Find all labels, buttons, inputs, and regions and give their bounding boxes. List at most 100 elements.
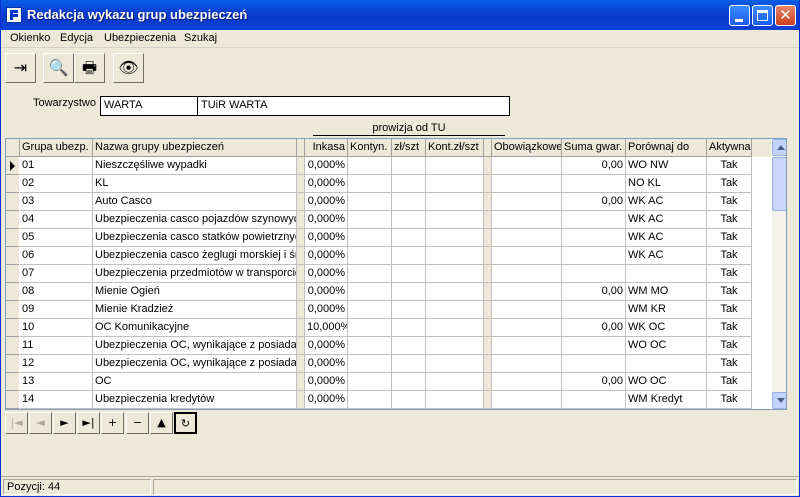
cell-nazwa[interactable]: Auto Casco: [93, 193, 297, 211]
cell-suma[interactable]: [562, 175, 626, 193]
cell-porownaj[interactable]: WK AC: [626, 211, 707, 229]
cell-kontyn[interactable]: [348, 391, 392, 409]
cell-kontyn[interactable]: [348, 355, 392, 373]
cell-kontyn[interactable]: [348, 301, 392, 319]
cell-inkasa[interactable]: 0,000%: [305, 211, 348, 229]
header-inkasa[interactable]: Inkasa: [305, 139, 348, 157]
cell-nazwa[interactable]: KL: [93, 175, 297, 193]
cell-kontzl[interactable]: [426, 391, 484, 409]
header-zl-szt[interactable]: zł/szt: [392, 139, 426, 157]
cell-zlszt[interactable]: [392, 247, 426, 265]
towarzystwo-name-field[interactable]: TUiR WARTA: [197, 96, 510, 116]
cell-kontyn[interactable]: [348, 265, 392, 283]
cell-porownaj[interactable]: WM MO: [626, 283, 707, 301]
cell-inkasa[interactable]: 0,000%: [305, 175, 348, 193]
cell-kontyn[interactable]: [348, 247, 392, 265]
cell-kontzl[interactable]: [426, 283, 484, 301]
row-indicator[interactable]: [6, 157, 19, 175]
app-icon[interactable]: [6, 7, 22, 23]
row-indicator[interactable]: [6, 283, 19, 301]
cell-nazwa[interactable]: Ubezpieczenia casco pojazdów szynowych: [93, 211, 297, 229]
cell-obow[interactable]: [492, 283, 562, 301]
header-nazwa[interactable]: Nazwa grupy ubezpieczeń: [93, 139, 297, 157]
scroll-thumb[interactable]: [772, 157, 786, 211]
cell-zlszt[interactable]: [392, 157, 426, 175]
next-record-button[interactable]: ►: [53, 412, 76, 434]
cell-obow[interactable]: [492, 337, 562, 355]
cell-porownaj[interactable]: WK OC: [626, 319, 707, 337]
table-row[interactable]: 01 Nieszczęśliwe wypadki 0,000% 0,00 WO NW Ta…: [6, 157, 771, 175]
cell-nazwa[interactable]: Ubezpieczenia casco statków powietrznych: [93, 229, 297, 247]
cell-aktywna[interactable]: Tak: [707, 337, 752, 355]
cell-kontyn[interactable]: [348, 157, 392, 175]
cell-kontyn[interactable]: [348, 283, 392, 301]
cell-aktywna[interactable]: Tak: [707, 391, 752, 409]
preview-button[interactable]: 🔍: [43, 53, 74, 83]
towarzystwo-code-field[interactable]: WARTA: [100, 96, 198, 116]
cell-aktywna[interactable]: Tak: [707, 229, 752, 247]
cell-grupa[interactable]: 13: [20, 373, 93, 391]
cell-kontzl[interactable]: [426, 193, 484, 211]
menu-okienko[interactable]: Okienko: [10, 32, 50, 44]
header-grupa[interactable]: Grupa ubezp.: [20, 139, 93, 157]
cell-obow[interactable]: [492, 229, 562, 247]
cell-inkasa[interactable]: 0,000%: [305, 301, 348, 319]
table-row[interactable]: 02 KL 0,000% NO KL Tak: [6, 175, 771, 193]
cell-porownaj[interactable]: WO NW: [626, 157, 707, 175]
close-button[interactable]: ✕: [775, 5, 796, 26]
row-indicator[interactable]: [6, 211, 19, 229]
cell-porownaj[interactable]: WM KR: [626, 301, 707, 319]
cell-nazwa[interactable]: Ubezpieczenia casco żeglugi morskiej i ś…: [93, 247, 297, 265]
table-row[interactable]: 05 Ubezpieczenia casco statków powietrzny…: [6, 229, 771, 247]
cell-grupa[interactable]: 10: [20, 319, 93, 337]
vertical-scrollbar[interactable]: [772, 139, 786, 409]
cell-kontzl[interactable]: [426, 373, 484, 391]
row-indicator[interactable]: [6, 319, 19, 337]
cell-zlszt[interactable]: [392, 211, 426, 229]
cell-aktywna[interactable]: Tak: [707, 211, 752, 229]
cell-zlszt[interactable]: [392, 373, 426, 391]
cell-grupa[interactable]: 05: [20, 229, 93, 247]
cell-obow[interactable]: [492, 355, 562, 373]
cell-aktywna[interactable]: Tak: [707, 193, 752, 211]
header-suma-gwar[interactable]: Suma gwar.: [562, 139, 626, 157]
table-row[interactable]: 14 Ubezpieczenia kredytów 0,000% WM Kredyt T…: [6, 391, 771, 409]
cell-zlszt[interactable]: [392, 391, 426, 409]
cell-kontzl[interactable]: [426, 247, 484, 265]
row-indicator[interactable]: [6, 337, 19, 355]
cell-aktywna[interactable]: Tak: [707, 283, 752, 301]
cell-zlszt[interactable]: [392, 337, 426, 355]
header-aktywna[interactable]: Aktywna: [707, 139, 752, 157]
cell-grupa[interactable]: 04: [20, 211, 93, 229]
header-porownaj[interactable]: Porównaj do: [626, 139, 707, 157]
cell-porownaj[interactable]: WK AC: [626, 229, 707, 247]
cell-grupa[interactable]: 14: [20, 391, 93, 409]
cell-zlszt[interactable]: [392, 283, 426, 301]
cell-inkasa[interactable]: 0,000%: [305, 355, 348, 373]
cell-suma[interactable]: 0,00: [562, 319, 626, 337]
cell-suma[interactable]: 0,00: [562, 193, 626, 211]
table-row[interactable]: 03 Auto Casco 0,000% 0,00 WK AC Tak: [6, 193, 771, 211]
cell-porownaj[interactable]: WK AC: [626, 247, 707, 265]
cell-kontyn[interactable]: [348, 229, 392, 247]
table-row[interactable]: 06 Ubezpieczenia casco żeglugi morskiej i…: [6, 247, 771, 265]
cell-kontzl[interactable]: [426, 319, 484, 337]
cell-obow[interactable]: [492, 319, 562, 337]
prior-record-button[interactable]: ◄: [29, 412, 52, 434]
cell-kontzl[interactable]: [426, 229, 484, 247]
cell-grupa[interactable]: 09: [20, 301, 93, 319]
cell-porownaj[interactable]: WK AC: [626, 193, 707, 211]
cell-suma[interactable]: [562, 229, 626, 247]
menu-ubezpieczenia[interactable]: Ubezpieczenia: [104, 32, 176, 44]
cell-inkasa[interactable]: 0,000%: [305, 157, 348, 175]
table-row[interactable]: 07 Ubezpieczenia przedmiotów w transporci…: [6, 265, 771, 283]
cell-grupa[interactable]: 06: [20, 247, 93, 265]
cell-inkasa[interactable]: 0,000%: [305, 391, 348, 409]
insurance-groups-grid[interactable]: Grupa ubezp. Nazwa grupy ubezpieczeń Ink…: [5, 138, 787, 410]
cell-zlszt[interactable]: [392, 229, 426, 247]
cell-aktywna[interactable]: Tak: [707, 157, 752, 175]
table-row[interactable]: 08 Mienie Ogień 0,000% 0,00 WM MO Tak: [6, 283, 771, 301]
cell-aktywna[interactable]: Tak: [707, 301, 752, 319]
row-indicator[interactable]: [6, 391, 19, 409]
search-button[interactable]: 👁: [113, 53, 144, 83]
